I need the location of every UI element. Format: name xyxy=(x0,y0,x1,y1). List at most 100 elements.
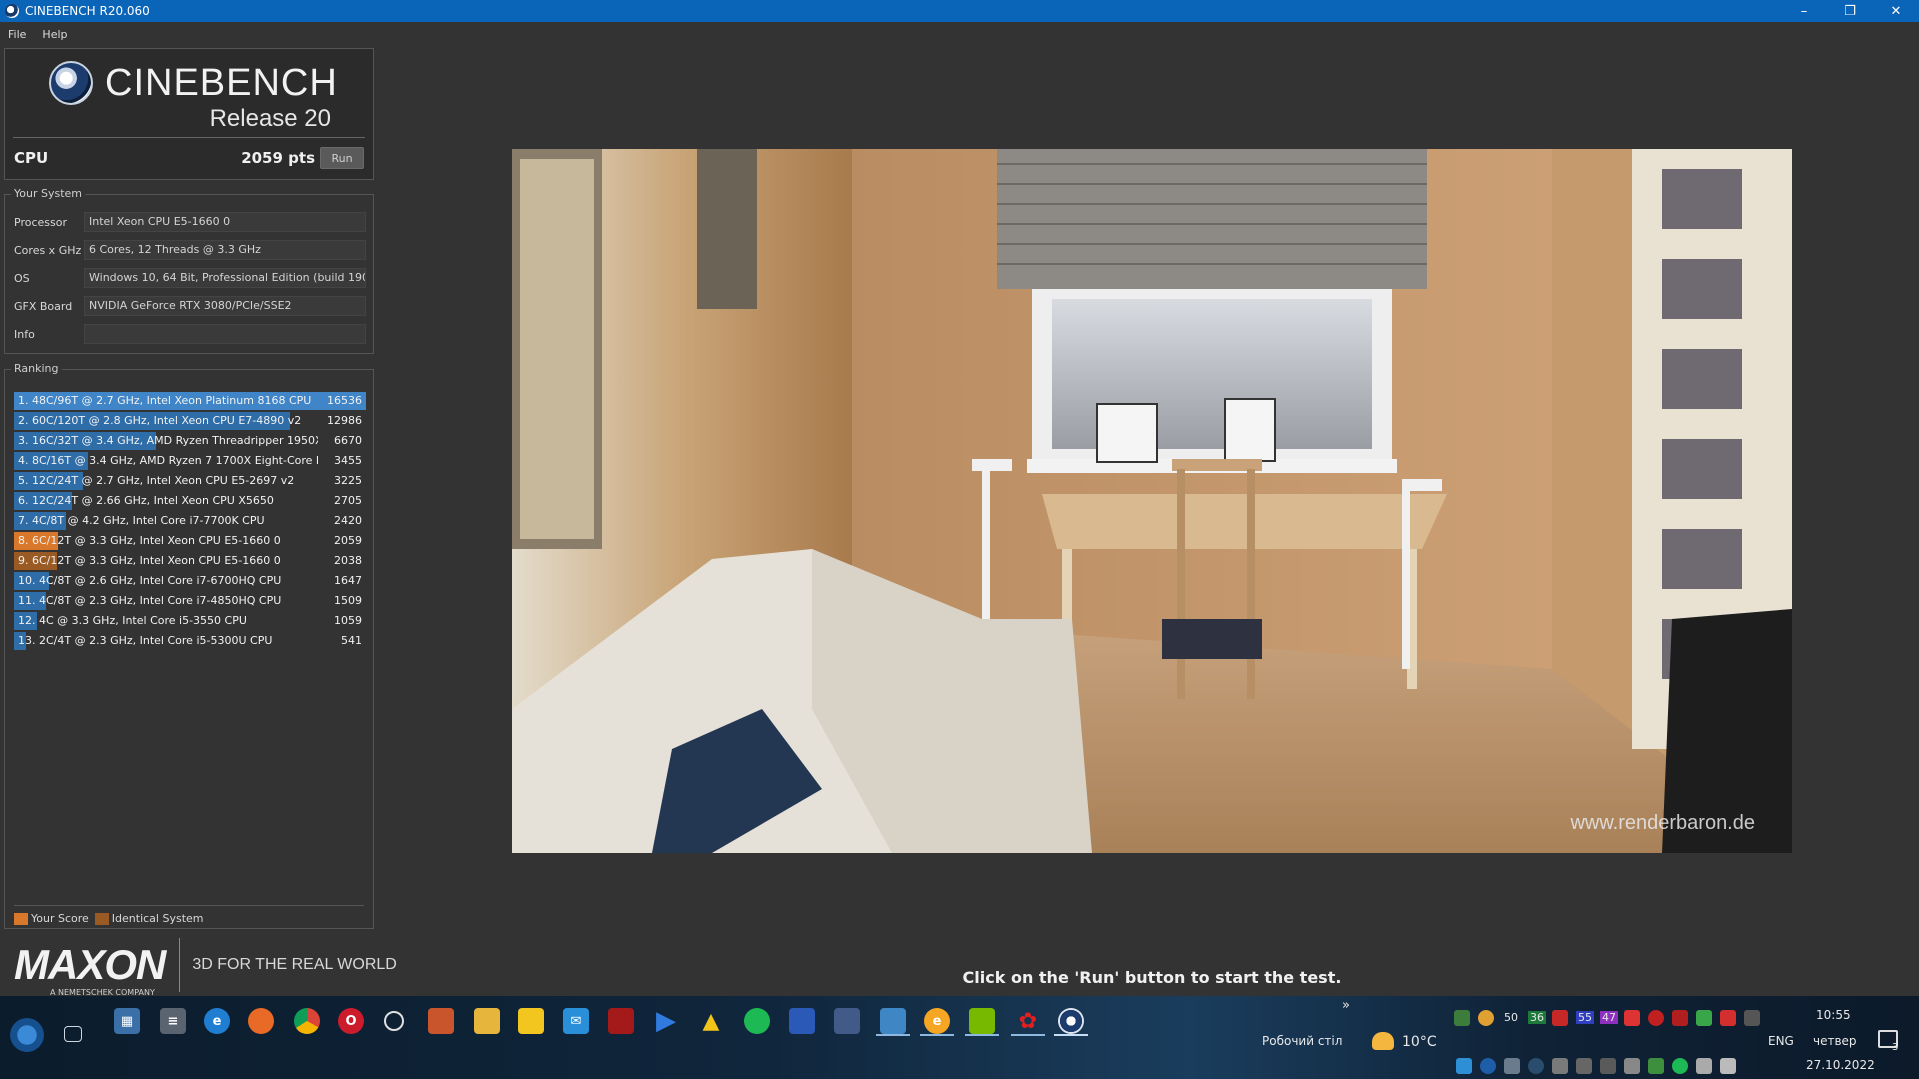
sys-label: OS xyxy=(14,271,30,285)
security-icon[interactable] xyxy=(1648,1058,1664,1074)
network-icon[interactable] xyxy=(1696,1058,1712,1074)
ranking-label: 13. 2C/4T @ 2.3 GHz, Intel Core i5-5300U… xyxy=(18,634,273,647)
desktop-toolbar-label[interactable]: Робочий стіл xyxy=(1262,1034,1342,1048)
ranking-row[interactable]: 4. 8C/16T @ 3.4 GHz, AMD Ryzen 7 1700X E… xyxy=(14,452,366,470)
tray-icon[interactable] xyxy=(1600,1058,1616,1074)
cores-field[interactable]: 6 Cores, 12 Threads @ 3.3 GHz xyxy=(84,240,366,260)
save-app-icon[interactable] xyxy=(834,1008,860,1034)
maxon-logo: MAXON A NEMETSCHEK COMPANY 3D FOR THE RE… xyxy=(14,938,397,997)
logo-release: Release 20 xyxy=(209,105,331,132)
tray-icon[interactable] xyxy=(1480,1058,1496,1074)
taskbar: ▦ ≡ e O ✉ ▶ ▲ e ✿ » Робочий стіл 10°C 50… xyxy=(0,996,1919,1079)
control-panel-icon[interactable] xyxy=(880,1008,906,1034)
tray-number[interactable]: 50 xyxy=(1504,1011,1518,1024)
edge-icon[interactable]: e xyxy=(204,1008,230,1034)
tray-icon[interactable] xyxy=(1576,1058,1592,1074)
app-icon[interactable] xyxy=(428,1008,454,1034)
ranking-row[interactable]: 5. 12C/24T @ 2.7 GHz, Intel Xeon CPU E5-… xyxy=(14,472,366,490)
tray-icon[interactable] xyxy=(1648,1010,1664,1026)
cinebench-taskbar-icon[interactable] xyxy=(1058,1008,1084,1034)
ranking-label: 8. 6C/12T @ 3.3 GHz, Intel Xeon CPU E5-1… xyxy=(18,534,281,547)
remote-desktop-icon[interactable] xyxy=(789,1008,815,1034)
ranking-label: 1. 48C/96T @ 2.7 GHz, Intel Xeon Platinu… xyxy=(18,394,312,407)
ranking-row[interactable]: 1. 48C/96T @ 2.7 GHz, Intel Xeon Platinu… xyxy=(14,392,366,410)
tray-icon[interactable] xyxy=(1454,1010,1470,1026)
tray-icon[interactable] xyxy=(1504,1058,1520,1074)
ranking-row[interactable]: 3. 16C/32T @ 3.4 GHz, AMD Ryzen Threadri… xyxy=(14,432,366,450)
sticky-notes-icon[interactable] xyxy=(518,1008,544,1034)
close-button[interactable]: ✕ xyxy=(1873,0,1919,22)
ranking-row[interactable]: 7. 4C/8T @ 4.2 GHz, Intel Core i7-7700K … xyxy=(14,512,366,530)
tray-number[interactable]: 36 xyxy=(1528,1011,1546,1024)
minimize-button[interactable]: – xyxy=(1781,0,1827,22)
divider xyxy=(14,905,364,906)
tray-icon[interactable] xyxy=(1552,1058,1568,1074)
processor-field[interactable]: Intel Xeon CPU E5-1660 0 xyxy=(84,212,366,232)
maxon-brand: MAXON xyxy=(14,941,166,988)
tray-number[interactable]: 55 xyxy=(1576,1011,1594,1024)
play-icon[interactable]: ▶ xyxy=(653,1006,679,1036)
tray-icon[interactable] xyxy=(1744,1010,1760,1026)
toolbar-expand-chevron[interactable]: » xyxy=(1342,998,1350,1013)
ranking-row[interactable]: 12. 4C @ 3.3 GHz, Intel Core i5-3550 CPU… xyxy=(14,612,366,630)
mail-icon[interactable]: ✉ xyxy=(563,1008,589,1034)
weather-icon[interactable] xyxy=(1372,1032,1394,1050)
ranking-label: 3. 16C/32T @ 3.4 GHz, AMD Ryzen Threadri… xyxy=(18,434,318,447)
ranking-row[interactable]: 9. 6C/12T @ 3.3 GHz, Intel Xeon CPU E5-1… xyxy=(14,552,366,570)
ranking-label: 11. 4C/8T @ 2.3 GHz, Intel Core i7-4850H… xyxy=(18,594,282,607)
tray-icon[interactable] xyxy=(1624,1010,1640,1026)
speedometer-icon[interactable] xyxy=(384,1011,404,1031)
ranking-row[interactable]: 8. 6C/12T @ 3.3 GHz, Intel Xeon CPU E5-1… xyxy=(14,532,366,550)
spotify-tray-icon[interactable] xyxy=(1672,1058,1688,1074)
store-icon[interactable]: ▦ xyxy=(114,1008,140,1034)
ranking-label: 7. 4C/8T @ 4.2 GHz, Intel Core i7-7700K … xyxy=(18,514,265,527)
ranking-legend: Your Score Identical System xyxy=(14,912,204,925)
file-explorer-icon[interactable] xyxy=(474,1008,500,1034)
run-button[interactable]: Run xyxy=(320,147,364,169)
firefox-icon[interactable] xyxy=(248,1008,274,1034)
menu-file[interactable]: File xyxy=(0,28,34,41)
tray-icon[interactable] xyxy=(1456,1058,1472,1074)
weather-temperature[interactable]: 10°C xyxy=(1402,1034,1437,1050)
ranking-row[interactable]: 11. 4C/8T @ 2.3 GHz, Intel Core i7-4850H… xyxy=(14,592,366,610)
info-field[interactable] xyxy=(84,324,366,344)
task-view-icon[interactable] xyxy=(64,1026,82,1042)
gfx-field[interactable]: NVIDIA GeForce RTX 3080/PCIe/SSE2 xyxy=(84,296,366,316)
restore-button[interactable]: ❐ xyxy=(1827,0,1873,22)
notification-count[interactable]: 3 xyxy=(1892,1042,1898,1053)
warning-app-icon[interactable]: ▲ xyxy=(698,1008,724,1034)
tray-icon[interactable] xyxy=(1478,1010,1494,1026)
logo-name: CINEBENCH xyxy=(105,61,338,104)
afterburner-icon[interactable]: ✿ xyxy=(1015,1008,1041,1034)
steam-icon[interactable] xyxy=(1528,1058,1544,1074)
tray-icon[interactable] xyxy=(1672,1010,1688,1026)
language-indicator[interactable]: ENG xyxy=(1768,1034,1794,1048)
calculator-icon[interactable]: ≡ xyxy=(160,1008,186,1034)
menu-help[interactable]: Help xyxy=(34,28,75,41)
clock-date[interactable]: 27.10.2022 xyxy=(1806,1058,1875,1072)
tray-icon[interactable] xyxy=(1696,1010,1712,1026)
usb-icon[interactable] xyxy=(1624,1058,1640,1074)
nvidia-icon[interactable] xyxy=(969,1008,995,1034)
ranking-row[interactable]: 13. 2C/4T @ 2.3 GHz, Intel Core i5-5300U… xyxy=(14,632,366,650)
start-button[interactable] xyxy=(10,1018,44,1052)
render-watermark: www.renderbaron.de xyxy=(1569,812,1755,834)
ranking-row[interactable]: 6. 12C/24T @ 2.66 GHz, Intel Xeon CPU X5… xyxy=(14,492,366,510)
game-icon[interactable] xyxy=(608,1008,634,1034)
divider xyxy=(179,938,181,992)
ranking-row[interactable]: 2. 60C/120T @ 2.8 GHz, Intel Xeon CPU E7… xyxy=(14,412,366,430)
opera-icon[interactable]: O xyxy=(338,1008,364,1034)
ranking-label: 10. 4C/8T @ 2.6 GHz, Intel Core i7-6700H… xyxy=(18,574,282,587)
e-app-icon[interactable]: e xyxy=(924,1008,950,1034)
tray-icon[interactable] xyxy=(1552,1010,1568,1026)
active-indicator xyxy=(920,1034,954,1036)
clock-day[interactable]: четвер xyxy=(1813,1034,1857,1048)
clock-time[interactable]: 10:55 xyxy=(1816,1008,1851,1022)
ranking-row[interactable]: 10. 4C/8T @ 2.6 GHz, Intel Core i7-6700H… xyxy=(14,572,366,590)
spotify-icon[interactable] xyxy=(744,1008,770,1034)
tray-number[interactable]: 47 xyxy=(1600,1011,1618,1024)
tray-icon[interactable] xyxy=(1720,1010,1736,1026)
chrome-icon[interactable] xyxy=(294,1008,320,1034)
os-field[interactable]: Windows 10, 64 Bit, Professional Edition… xyxy=(84,268,366,288)
volume-icon[interactable] xyxy=(1720,1058,1736,1074)
